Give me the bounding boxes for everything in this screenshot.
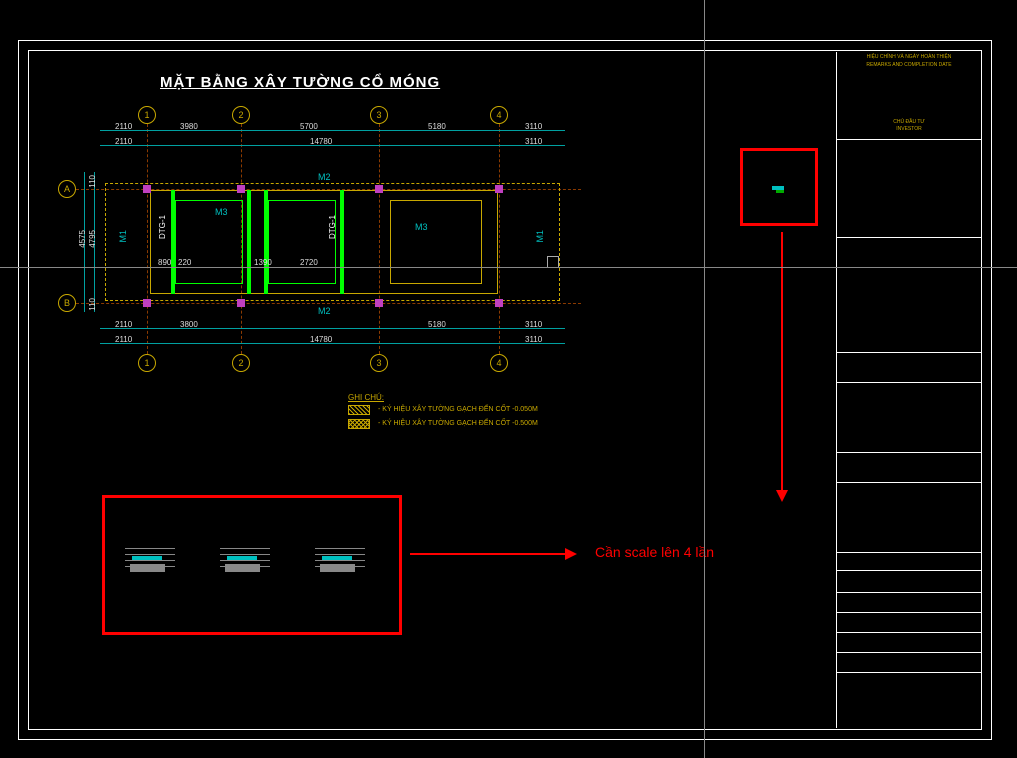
- title-block: HIỆU CHỈNH VÀ NGÀY HOÀN THIỆN REMARKS AN…: [836, 52, 981, 728]
- dim-bot-3: 5180: [428, 320, 446, 329]
- tb-div-9: [837, 570, 981, 571]
- grid-bubble-a: A: [58, 180, 76, 198]
- col-4: [340, 190, 344, 294]
- dim-bot2-0: 2110: [115, 335, 132, 344]
- grid-bubble-3-bot: 3: [370, 354, 388, 372]
- label-m2-bot: M2: [318, 306, 331, 316]
- node-4b: [495, 299, 503, 307]
- node-3b: [375, 299, 383, 307]
- grid-bubble-2-top: 2: [232, 106, 250, 124]
- label-m3-a: M3: [215, 207, 228, 217]
- grid-bubble-1-top: 1: [138, 106, 156, 124]
- dim-line-top1: [100, 130, 565, 131]
- dim-tie-0: 890: [158, 258, 171, 267]
- mini-detail: [768, 180, 792, 198]
- dim-left-inner: 4795: [88, 230, 97, 248]
- grid-bubble-4-bot: 4: [490, 354, 508, 372]
- dim-bot-4: 3110: [525, 320, 542, 329]
- hatch-legend-1: [348, 405, 370, 415]
- node-1b: [143, 299, 151, 307]
- node-1a: [143, 185, 151, 193]
- room-1: [175, 200, 243, 284]
- tb-div-14: [837, 672, 981, 673]
- annotation-text: Cần scale lên 4 lần: [595, 544, 714, 560]
- notes-title: GHI CHÚ:: [348, 393, 384, 402]
- col-2: [247, 190, 251, 294]
- col-1: [171, 190, 175, 294]
- col-3: [264, 190, 268, 294]
- dim-line-bot2: [100, 343, 565, 344]
- tb-div-5: [837, 382, 981, 383]
- grid-bubble-1-bot: 1: [138, 354, 156, 372]
- tb-div-12: [837, 632, 981, 633]
- arrow-horiz-shaft: [410, 553, 565, 555]
- dim-top-2: 5700: [300, 122, 318, 131]
- node-3a: [375, 185, 383, 193]
- dim-top-3: 5180: [428, 122, 446, 131]
- dim-tie-4: 2720: [300, 258, 318, 267]
- dim-left-1: 4575: [78, 230, 87, 248]
- note-2: - KÝ HIỆU XÂY TƯỜNG GẠCH ĐẾN CỐT -0.500M: [378, 420, 538, 427]
- room-2: [268, 200, 336, 284]
- tb-owner2: INVESTOR: [837, 124, 981, 134]
- drawing-canvas[interactable]: MẶT BẰNG XÂY TƯỜNG CỔ MÓNG 1 2 3 4 1 2 3…: [0, 0, 1017, 758]
- crosshair-horizontal: [0, 267, 1017, 268]
- tb-header2: REMARKS AND COMPLETION DATE: [837, 60, 981, 70]
- label-m3-b: M3: [415, 222, 428, 232]
- dim-top2-4: 3110: [525, 137, 542, 146]
- dim-bot2-2: 14780: [310, 335, 332, 344]
- grid-bubble-3-top: 3: [370, 106, 388, 124]
- grid-bubble-4-top: 4: [490, 106, 508, 124]
- detail-section-1: [120, 530, 180, 580]
- tb-div-4: [837, 352, 981, 353]
- dim-left-2: 110: [88, 298, 97, 311]
- dim-tie-1: 220: [178, 258, 191, 267]
- tb-div-13: [837, 652, 981, 653]
- label-dtg-2: DTG-1: [328, 215, 337, 239]
- room-3: [390, 200, 482, 284]
- dim-line-top2: [100, 145, 565, 146]
- label-m2-top: M2: [318, 172, 331, 182]
- arrow-vert-head: [776, 490, 788, 502]
- dim-top-0: 2110: [115, 122, 132, 131]
- tb-div-8: [837, 552, 981, 553]
- hatch-legend-2: [348, 419, 370, 429]
- dim-top2-2: 14780: [310, 137, 332, 146]
- node-2a: [237, 185, 245, 193]
- grid-line-b: [76, 303, 581, 304]
- dim-bot-1: 3800: [180, 320, 198, 329]
- drawing-title: MẶT BẰNG XÂY TƯỜNG CỔ MÓNG: [160, 74, 440, 91]
- tb-div-6: [837, 452, 981, 453]
- detail-section-2: [215, 530, 275, 580]
- label-m1-left: M1: [118, 230, 128, 243]
- dim-tie-2: 1390: [254, 258, 272, 267]
- tb-div-2: [837, 237, 981, 238]
- node-4a: [495, 185, 503, 193]
- grid-bubble-b: B: [58, 294, 76, 312]
- tb-div-10: [837, 592, 981, 593]
- tb-div-11: [837, 612, 981, 613]
- dim-top-4: 3110: [525, 122, 542, 131]
- dim-bot2-4: 3110: [525, 335, 542, 344]
- dim-bot-0: 2110: [115, 320, 132, 329]
- arrow-horiz-head: [565, 548, 577, 560]
- tb-div-1: [837, 139, 981, 140]
- grid-bubble-2-bot: 2: [232, 354, 250, 372]
- node-2b: [237, 299, 245, 307]
- dim-left-0: 110: [88, 175, 97, 188]
- dim-top-1: 3980: [180, 122, 198, 131]
- label-m1-right: M1: [535, 230, 545, 243]
- arrow-vert-shaft: [781, 232, 783, 492]
- label-dtg-1: DTG-1: [158, 215, 167, 239]
- dim-top2-0: 2110: [115, 137, 132, 146]
- dim-line-bot1: [100, 328, 565, 329]
- detail-section-3: [310, 530, 370, 580]
- tb-div-7: [837, 482, 981, 483]
- note-1: - KÝ HIỆU XÂY TƯỜNG GẠCH ĐẾN CỐT -0.050M: [378, 406, 538, 413]
- crosshair-vertical: [704, 0, 705, 758]
